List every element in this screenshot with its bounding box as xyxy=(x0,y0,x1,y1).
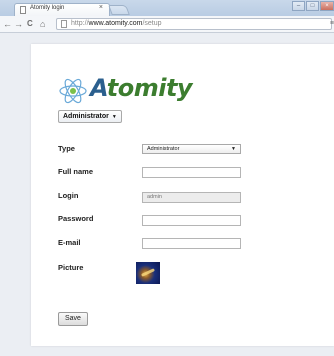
tab-atomity-login[interactable]: Atomity login × xyxy=(14,3,110,16)
forward-arrow-icon[interactable]: → xyxy=(14,19,23,29)
password-label: Password xyxy=(58,214,94,223)
url-text: http://www.atomity.com/setup xyxy=(71,20,162,27)
browser-window: Atomity login × – □ × ← → C ⌂ http://www… xyxy=(0,0,334,356)
brand-wordmark: Atomity xyxy=(90,74,193,102)
atom-icon xyxy=(59,78,87,104)
back-arrow-icon[interactable]: ← xyxy=(3,19,12,29)
address-bar[interactable]: http://www.atomity.com/setup xyxy=(56,18,332,30)
password-input[interactable] xyxy=(142,215,241,226)
reload-icon[interactable]: C xyxy=(27,19,33,29)
save-button[interactable]: Save xyxy=(58,312,88,326)
close-tab-icon[interactable]: × xyxy=(99,4,103,11)
menu-icon[interactable]: ≡ xyxy=(330,20,334,27)
atomity-logo: Atomity xyxy=(58,74,218,106)
fullname-label: Full name xyxy=(58,167,94,176)
type-dropdown-value: Administrator xyxy=(147,146,180,152)
page-icon xyxy=(20,6,26,14)
new-tab-button[interactable] xyxy=(108,5,130,15)
profile-picture[interactable] xyxy=(136,262,160,284)
picture-label: Picture xyxy=(58,263,84,272)
role-dropdown-value: Administrator xyxy=(63,113,109,120)
home-icon[interactable]: ⌂ xyxy=(40,19,45,29)
setup-card: Atomity Administrator ▼ Type Administrato… xyxy=(31,44,334,346)
chevron-down-icon: ▼ xyxy=(231,146,236,152)
minimize-icon[interactable]: – xyxy=(292,1,305,11)
chevron-down-icon: ▼ xyxy=(111,114,117,120)
type-dropdown[interactable]: Administrator ▼ xyxy=(142,144,241,154)
email-label: E-mail xyxy=(58,238,81,247)
maximize-icon[interactable]: □ xyxy=(306,1,319,11)
login-input: admin xyxy=(142,192,241,203)
browser-toolbar: ← → C ⌂ http://www.atomity.com/setup ≡ xyxy=(0,16,334,33)
page-icon xyxy=(61,20,67,28)
fullname-input[interactable] xyxy=(142,167,241,178)
tab-strip: Atomity login × – □ × xyxy=(0,0,334,16)
email-input[interactable] xyxy=(142,238,241,249)
role-dropdown[interactable]: Administrator ▼ xyxy=(58,110,122,123)
tab-title: Atomity login xyxy=(30,5,65,11)
login-label: Login xyxy=(58,191,79,200)
type-label: Type xyxy=(58,144,75,153)
close-window-icon[interactable]: × xyxy=(320,1,334,11)
picture-highlight xyxy=(141,268,155,277)
